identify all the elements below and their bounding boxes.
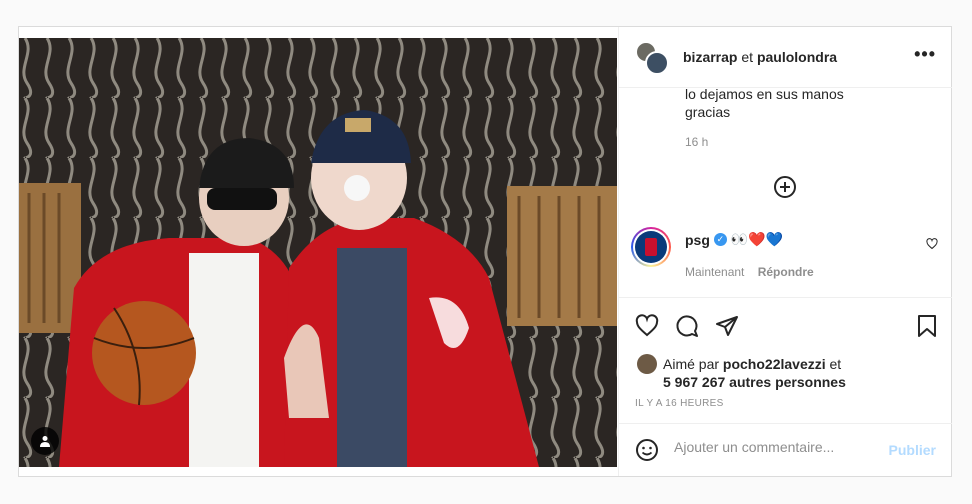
reply-button[interactable]: Répondre — [758, 265, 814, 279]
caption-time[interactable]: 16 h — [685, 135, 708, 149]
publish-button[interactable]: Publier — [889, 442, 936, 458]
author-link[interactable]: paulolondra — [757, 49, 837, 65]
author-link[interactable]: bizarrap — [683, 49, 737, 65]
photo-image — [19, 38, 617, 467]
comment-input[interactable] — [674, 439, 874, 455]
caption-line: lo dejamos en sus manos — [685, 86, 844, 102]
comment-meta: Maintenant Répondre — [685, 265, 814, 279]
save-bookmark-icon[interactable] — [916, 314, 938, 338]
post-header: bizarrap et paulolondra ••• — [619, 27, 952, 88]
tagged-user-button[interactable] — [31, 427, 59, 455]
comment-row: psg ✓ 👀❤️💙 — [685, 231, 783, 248]
add-comment-bar: Publier — [619, 423, 952, 477]
psg-logo-icon — [635, 231, 667, 263]
verified-badge-icon: ✓ — [713, 233, 727, 246]
author-joiner: et — [741, 49, 754, 65]
comment-text: 👀❤️💙 — [730, 231, 784, 247]
like-comment-heart-icon[interactable] — [926, 238, 938, 250]
liker-avatar[interactable] — [637, 354, 657, 374]
post-timestamp[interactable]: IL Y A 16 HEURES — [635, 398, 724, 409]
more-options-icon[interactable]: ••• — [914, 45, 936, 63]
liker-username[interactable]: pocho22lavezzi — [723, 356, 826, 372]
avatar — [645, 51, 669, 75]
post-card: bizarrap et paulolondra ••• lo dejamos e… — [18, 26, 952, 477]
comment-username[interactable]: psg — [685, 232, 710, 248]
post-photo[interactable] — [19, 38, 617, 467]
comment-bubble-icon[interactable] — [675, 314, 699, 338]
post-actions: Aimé par pocho22lavezzi et 5 967 267 aut… — [619, 297, 952, 418]
share-send-icon[interactable] — [715, 314, 739, 338]
user-icon — [40, 436, 50, 447]
likes-joiner: et — [829, 356, 842, 372]
comment-time: Maintenant — [685, 265, 745, 279]
comments-list: lo dejamos en sus manos gracias 16 h psg… — [619, 86, 952, 297]
likes-summary: Aimé par pocho22lavezzi et 5 967 267 aut… — [663, 355, 846, 391]
likes-prefix: Aimé par — [663, 356, 720, 372]
load-more-comments-icon[interactable] — [773, 175, 797, 199]
like-heart-icon[interactable] — [635, 314, 659, 338]
likes-count[interactable]: 5 967 267 autres personnes — [663, 374, 846, 390]
emoji-icon[interactable] — [635, 438, 659, 462]
post-side-panel: bizarrap et paulolondra ••• lo dejamos e… — [618, 27, 952, 476]
psg-avatar[interactable] — [631, 227, 671, 267]
caption-line: gracias — [685, 104, 731, 120]
post-authors: bizarrap et paulolondra — [683, 49, 837, 65]
author-avatars[interactable] — [635, 41, 669, 75]
